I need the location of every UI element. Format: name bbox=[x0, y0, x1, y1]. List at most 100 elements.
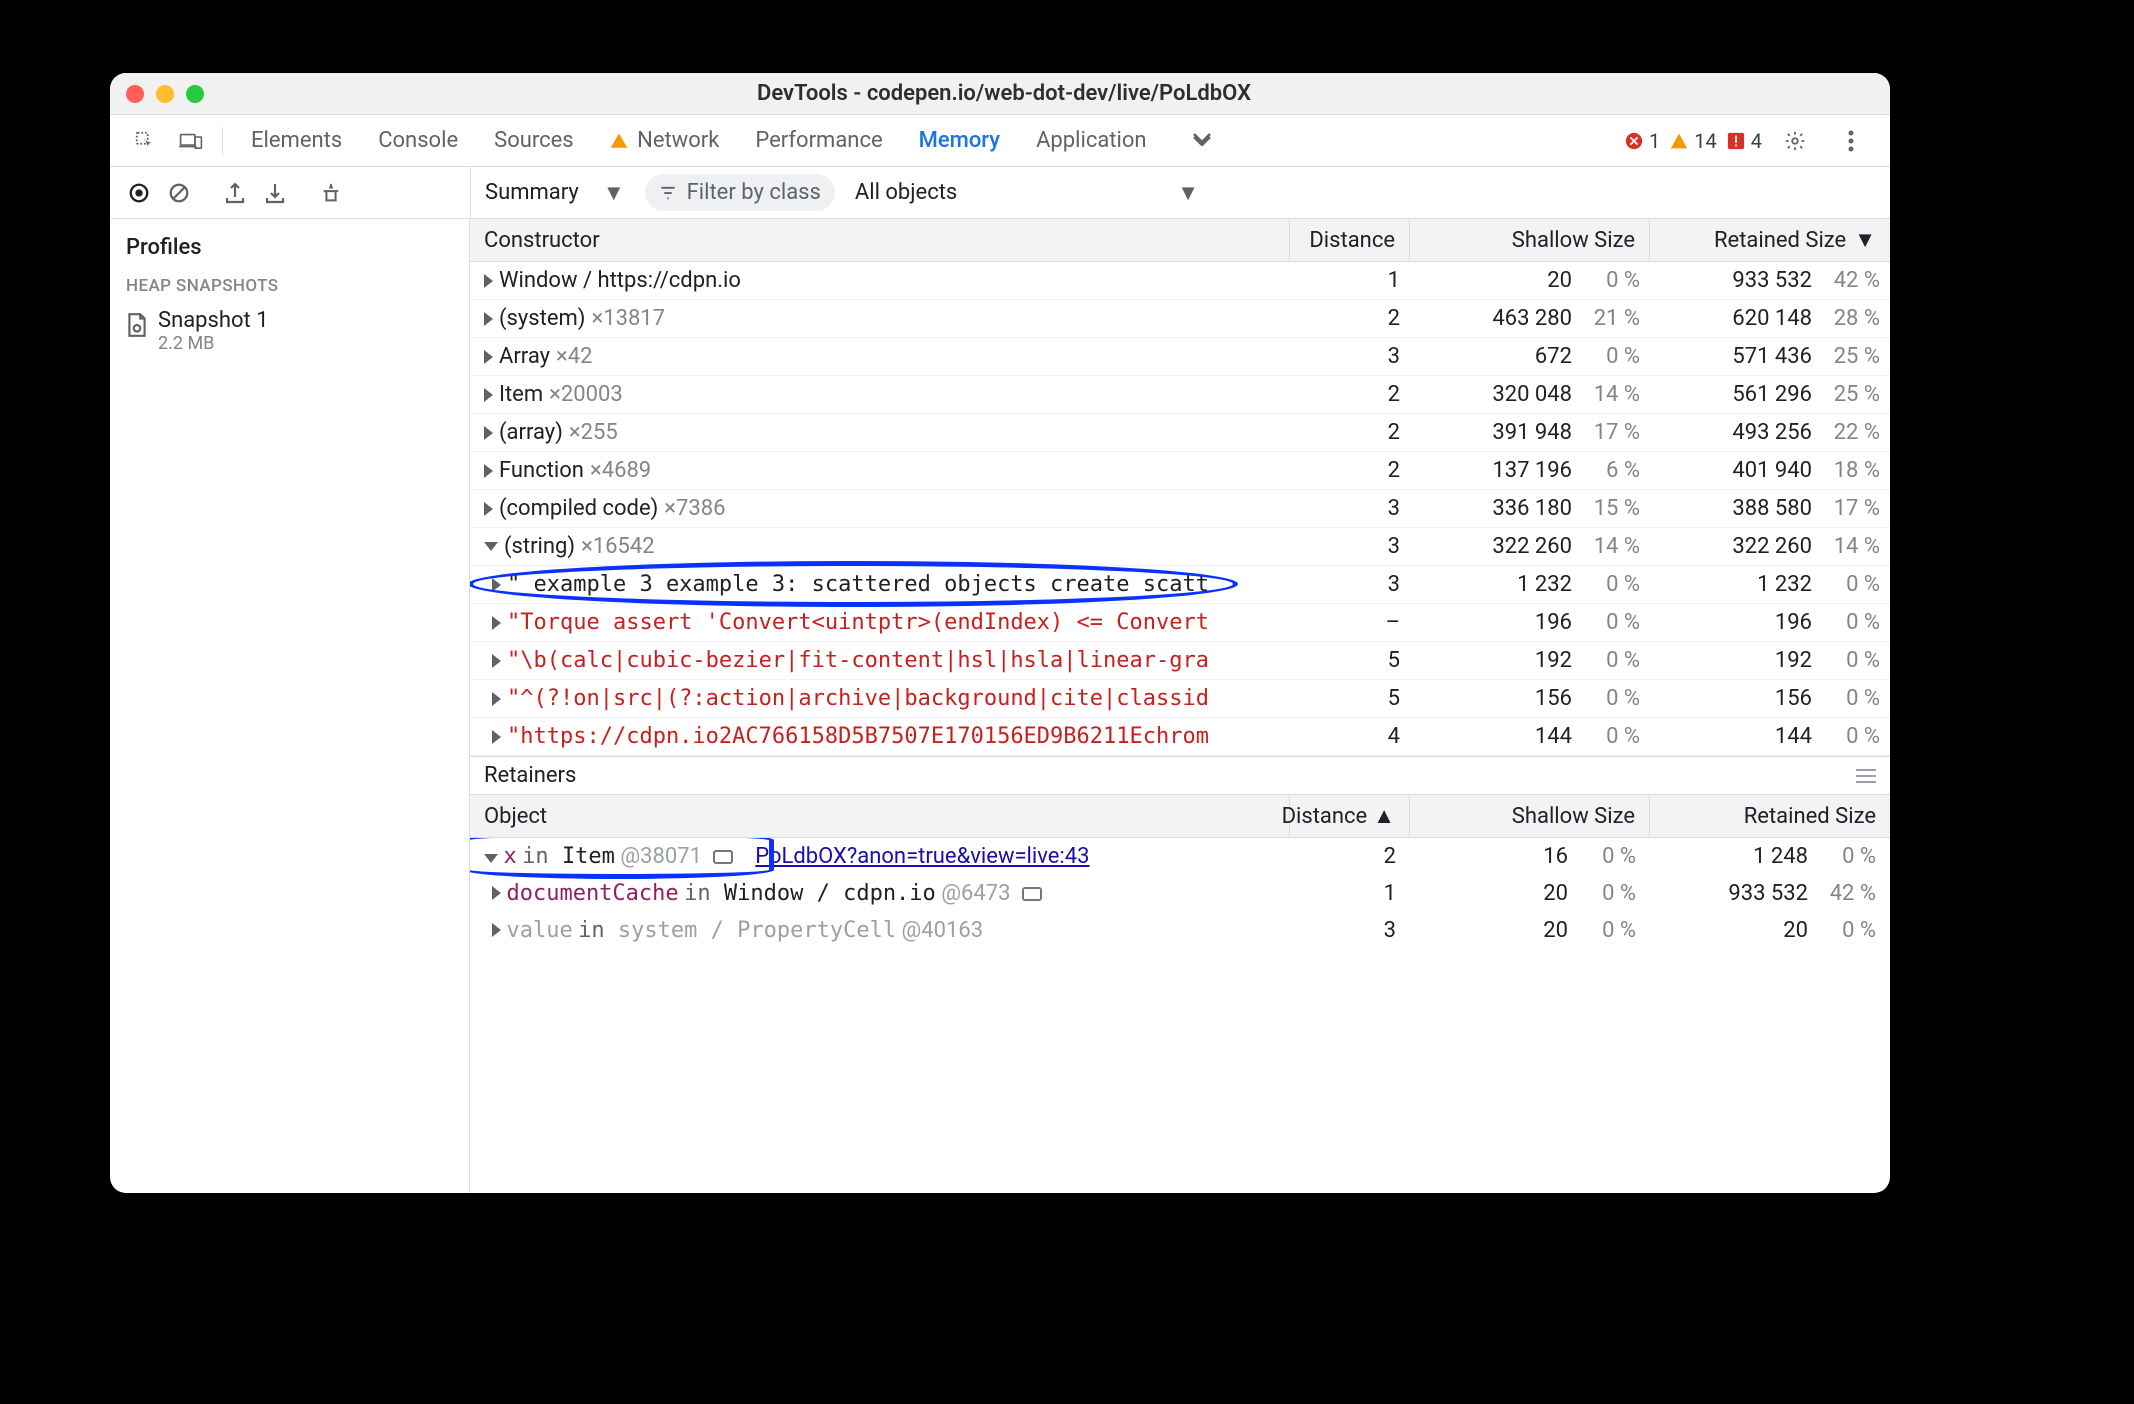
clear-icon[interactable] bbox=[162, 176, 196, 210]
string-cell: " example 3 example 3: scattered objects… bbox=[470, 566, 1290, 603]
col-distance[interactable]: Distance bbox=[1290, 219, 1410, 261]
constructor-row[interactable]: (array) ×255 2 391 94817 %493 25622 % bbox=[470, 414, 1890, 452]
chevron-right-icon[interactable] bbox=[492, 730, 501, 744]
number-cell: 1560 % bbox=[1650, 680, 1890, 717]
distance-cell: 5 bbox=[1290, 680, 1410, 717]
view-dropdown[interactable]: Summary ▼ bbox=[485, 180, 625, 206]
objects-dropdown[interactable]: All objects ▼ bbox=[855, 180, 1199, 206]
number-cell: 463 28021 % bbox=[1410, 300, 1650, 337]
retainers-grid[interactable]: x in Item @38071 PoLdbOX?anon=true&view=… bbox=[470, 838, 1890, 949]
string-row[interactable]: "^(?!on|src|(?:action|archive|background… bbox=[470, 680, 1890, 718]
constructor-row[interactable]: Item ×20003 2 320 04814 %561 29625 % bbox=[470, 376, 1890, 414]
chevron-right-icon[interactable] bbox=[492, 923, 501, 937]
string-cell: "Torque assert 'Convert<uintptr>(endInde… bbox=[470, 604, 1290, 641]
objects-dropdown-label: All objects bbox=[855, 180, 957, 205]
col-constructor[interactable]: Constructor bbox=[470, 219, 1290, 261]
gc-icon[interactable] bbox=[314, 176, 348, 210]
rcol-distance[interactable]: Distance▲ bbox=[1290, 795, 1410, 837]
number-cell: 1920 % bbox=[1650, 642, 1890, 679]
issue-count[interactable]: 4 bbox=[1727, 129, 1762, 153]
chevron-right-icon[interactable] bbox=[484, 274, 493, 288]
constructor-row[interactable]: (compiled code) ×7386 3 336 18015 %388 5… bbox=[470, 490, 1890, 528]
settings-icon[interactable] bbox=[1778, 124, 1812, 158]
chevron-down-icon[interactable] bbox=[484, 542, 498, 551]
chevron-right-icon[interactable] bbox=[484, 388, 493, 402]
constructor-row[interactable]: Window / https://cdpn.io 1 200 %933 5324… bbox=[470, 262, 1890, 300]
tab-console[interactable]: Console bbox=[374, 122, 462, 159]
tab-sources[interactable]: Sources bbox=[490, 122, 578, 159]
distance-cell: 3 bbox=[1290, 912, 1410, 949]
kebab-icon[interactable] bbox=[1834, 124, 1868, 158]
string-row[interactable]: "\b(calc|cubic-bezier|fit-content|hsl|hs… bbox=[470, 642, 1890, 680]
chevron-right-icon[interactable] bbox=[484, 312, 493, 326]
chevron-down-icon[interactable] bbox=[484, 854, 498, 863]
tab-memory[interactable]: Memory bbox=[915, 122, 1004, 171]
col-shallow[interactable]: Shallow Size bbox=[1410, 219, 1650, 261]
retainer-row[interactable]: documentCache in Window / cdpn.io @6473 … bbox=[470, 875, 1890, 912]
source-link[interactable]: PoLdbOX?anon=true&view=live:43 bbox=[755, 844, 1089, 869]
snapshot-item[interactable]: Snapshot 1 2.2 MB bbox=[110, 304, 469, 358]
tab-performance[interactable]: Performance bbox=[751, 122, 886, 159]
maximize-icon[interactable] bbox=[186, 85, 204, 103]
number-cell: 1960 % bbox=[1650, 604, 1890, 641]
inspect-icon[interactable] bbox=[128, 124, 162, 158]
window-title: DevTools - codepen.io/web-dot-dev/live/P… bbox=[204, 81, 1804, 106]
filter-input[interactable]: Filter by class bbox=[645, 174, 835, 211]
distance-cell: 3 bbox=[1290, 566, 1410, 603]
col-retained[interactable]: Retained Size▼ bbox=[1650, 219, 1890, 261]
chevron-right-icon[interactable] bbox=[484, 350, 493, 364]
distance-cell: 5 bbox=[1290, 642, 1410, 679]
chevron-right-icon[interactable] bbox=[484, 464, 493, 478]
tab-network[interactable]: Network bbox=[606, 122, 724, 159]
chevron-right-icon[interactable] bbox=[484, 426, 493, 440]
constructor-cell: Array ×42 bbox=[470, 338, 1290, 375]
error-count[interactable]: 1 bbox=[1625, 129, 1660, 153]
distance-cell: – bbox=[1290, 604, 1410, 641]
constructors-grid[interactable]: Window / https://cdpn.io 1 200 %933 5324… bbox=[470, 262, 1890, 756]
close-icon[interactable] bbox=[126, 85, 144, 103]
tab-elements[interactable]: Elements bbox=[247, 122, 346, 159]
shallow-cell: 200 % bbox=[1410, 875, 1650, 912]
chevron-right-icon[interactable] bbox=[492, 692, 501, 706]
number-cell: 6720 % bbox=[1410, 338, 1650, 375]
retainer-row[interactable]: value in system / PropertyCell @40163 3 … bbox=[470, 912, 1890, 949]
distance-cell: 2 bbox=[1290, 376, 1410, 413]
rcol-shallow[interactable]: Shallow Size bbox=[1410, 795, 1650, 837]
string-row[interactable]: "Torque assert 'Convert<uintptr>(endInde… bbox=[470, 604, 1890, 642]
chevron-right-icon[interactable] bbox=[492, 886, 501, 900]
distance-cell: 1 bbox=[1290, 262, 1410, 299]
distance-cell: 2 bbox=[1290, 414, 1410, 451]
titlebar: DevTools - codepen.io/web-dot-dev/live/P… bbox=[110, 73, 1890, 115]
constructors-header: Constructor Distance Shallow Size Retain… bbox=[470, 219, 1890, 262]
rcol-object[interactable]: Object bbox=[470, 795, 1290, 837]
retainer-row[interactable]: x in Item @38071 PoLdbOX?anon=true&view=… bbox=[470, 838, 1890, 875]
constructor-row[interactable]: (string) ×16542 3 322 26014 %322 26014 % bbox=[470, 528, 1890, 566]
frame-icon bbox=[1022, 887, 1042, 901]
string-row[interactable]: "https://cdpn.io2AC766158D5B7507E170156E… bbox=[470, 718, 1890, 756]
chevron-right-icon[interactable] bbox=[492, 654, 501, 668]
constructor-row[interactable]: Function ×4689 2 137 1966 %401 94018 % bbox=[470, 452, 1890, 490]
export-icon[interactable] bbox=[218, 176, 252, 210]
import-icon[interactable] bbox=[258, 176, 292, 210]
number-cell: 391 94817 % bbox=[1410, 414, 1650, 451]
chevron-right-icon[interactable] bbox=[484, 502, 493, 516]
distance-cell: 1 bbox=[1290, 875, 1410, 912]
distance-cell: 4 bbox=[1290, 718, 1410, 755]
rcol-retained[interactable]: Retained Size bbox=[1650, 795, 1890, 837]
minimize-icon[interactable] bbox=[156, 85, 174, 103]
constructor-row[interactable]: (system) ×13817 2 463 28021 %620 14828 % bbox=[470, 300, 1890, 338]
number-cell: 571 43625 % bbox=[1650, 338, 1890, 375]
string-row[interactable]: " example 3 example 3: scattered objects… bbox=[470, 566, 1890, 604]
device-toggle-icon[interactable] bbox=[174, 124, 208, 158]
retainers-menu-icon[interactable] bbox=[1856, 769, 1876, 783]
frame-icon bbox=[713, 850, 733, 864]
chevron-right-icon[interactable] bbox=[492, 616, 501, 630]
more-tabs-icon[interactable] bbox=[1185, 122, 1219, 156]
constructor-row[interactable]: Array ×42 3 6720 %571 43625 % bbox=[470, 338, 1890, 376]
warning-count[interactable]: 14 bbox=[1670, 129, 1716, 153]
profiles-heading: Profiles bbox=[110, 231, 469, 274]
chevron-right-icon[interactable] bbox=[492, 578, 501, 592]
tab-application[interactable]: Application bbox=[1032, 122, 1150, 159]
tab-network-label: Network bbox=[637, 128, 719, 153]
record-icon[interactable] bbox=[122, 176, 156, 210]
